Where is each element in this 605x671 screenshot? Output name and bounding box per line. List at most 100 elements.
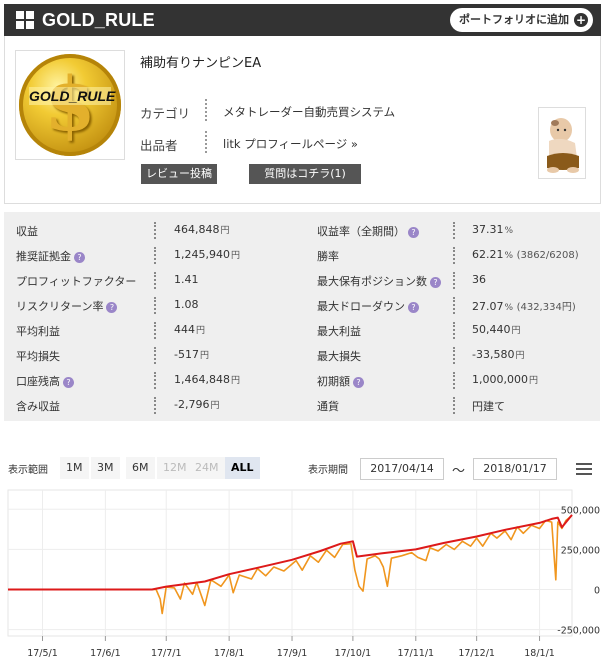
product-panel: $ GOLD_RULE 補助有りナンピンEA カテゴリ メタトレーダー自動売買シ… (4, 36, 601, 204)
date-to-input[interactable]: 2018/01/17 (473, 458, 557, 480)
stat-value: 円建て (472, 398, 505, 414)
stat-row: 口座残高? 1,464,848円 初期額? 1,000,000円 (4, 368, 600, 393)
x-tick-label: 17/11/1 (397, 648, 434, 659)
stat-label: 勝率 (317, 248, 339, 264)
range-button-12m[interactable]: 12M (157, 457, 193, 479)
range-button-24m[interactable]: 24M (189, 457, 225, 479)
gold-coin-icon: $ GOLD_RULE (19, 54, 121, 156)
stat-label-text: 最大保有ポジション数 (317, 275, 427, 288)
review-button[interactable]: レビュー投稿 (141, 164, 217, 184)
stat-value-text: 464,848 (174, 223, 220, 236)
divider (154, 247, 156, 264)
statistics-table: 収益 464,848円 収益率（全期間）? 37.31% 推奨証拠金? 1,245,940… (4, 212, 600, 421)
add-to-portfolio-label: ポートフォリオに追加 (459, 13, 569, 26)
stat-value-text: 36 (472, 273, 486, 286)
stat-row: 平均利益 444円 最大利益 50,440円 (4, 318, 600, 343)
stat-unit: 円 (230, 376, 240, 386)
series-line-0 (8, 514, 573, 591)
x-tick-label: 18/1/1 (524, 648, 555, 659)
stat-label: 最大損失 (317, 348, 361, 364)
y-tick-label: 250,000 (561, 545, 600, 556)
stat-unit: 円 (220, 226, 230, 236)
divider (154, 222, 156, 239)
divider (453, 272, 455, 289)
x-tick-label: 17/6/1 (90, 648, 121, 659)
stat-value: 444円 (174, 323, 205, 336)
seller-profile-link[interactable]: litk プロフィールページ » (223, 136, 358, 152)
stat-value-text: 444 (174, 323, 195, 336)
divider (154, 372, 156, 389)
range-button-3m[interactable]: 3M (91, 457, 120, 479)
stat-value-text: 1,464,848 (174, 373, 230, 386)
add-to-portfolio-button[interactable]: ポートフォリオに追加 + (450, 8, 593, 32)
help-icon[interactable]: ? (106, 302, 118, 313)
stat-value-text: 1,245,940 (174, 248, 230, 261)
x-tick-label: 17/5/1 (27, 648, 58, 659)
stat-value: 1.08 (174, 298, 199, 311)
stat-label: 通貨 (317, 398, 339, 414)
stat-label-text: 勝率 (317, 250, 339, 263)
series-line-1 (8, 514, 573, 615)
stat-label-text: リスクリターン率 (16, 300, 104, 313)
stat-label-text: 推奨証拠金 (16, 250, 71, 263)
stat-detail: (432,334円) (516, 302, 576, 313)
stat-value: 27.07% (432,334円) (472, 298, 576, 313)
stat-value: 1,000,000円 (472, 373, 538, 386)
range-button-all[interactable]: ALL (225, 457, 260, 479)
stat-unit: 円 (511, 326, 521, 336)
stat-value: -517円 (174, 348, 209, 361)
help-icon[interactable]: ? (408, 227, 419, 238)
help-icon[interactable]: ? (408, 302, 419, 313)
stat-label: 最大保有ポジション数? (317, 273, 441, 289)
range-button-1m[interactable]: 1M (60, 457, 89, 479)
stat-row: 含み収益 -2,796円 通貨 円建て (4, 393, 600, 418)
stat-label-text: 含み収益 (16, 400, 60, 413)
stat-label-text: 収益率（全期間） (317, 225, 405, 238)
stat-row: リスクリターン率? 1.08 最大ドローダウン? 27.07% (432,334円) (4, 293, 600, 318)
stat-label-text: 通貨 (317, 400, 339, 413)
stat-label: 収益率（全期間）? (317, 223, 419, 239)
date-from-input[interactable]: 2017/04/14 (360, 458, 444, 480)
stat-label-text: 収益 (16, 225, 38, 238)
stat-label-text: 平均損失 (16, 350, 60, 363)
product-logo: $ GOLD_RULE (15, 50, 125, 160)
stat-value: -2,796円 (174, 398, 219, 411)
stat-unit: 円 (230, 251, 240, 261)
stat-value: 62.21% (3862/6208) (472, 248, 579, 261)
stat-value: 464,848円 (174, 223, 230, 236)
divider (453, 322, 455, 339)
title-bar: GOLD_RULE ポートフォリオに追加 + (4, 4, 601, 36)
divider (453, 222, 455, 239)
help-icon[interactable]: ? (74, 252, 85, 263)
stat-value-text: 1.41 (174, 273, 199, 286)
range-button-6m[interactable]: 6M (126, 457, 155, 479)
stat-row: 推奨証拠金? 1,245,940円 勝率 62.21% (3862/6208) (4, 243, 600, 268)
help-icon[interactable]: ? (430, 277, 441, 288)
stat-label-text: 最大利益 (317, 325, 361, 338)
divider (154, 272, 156, 289)
seller-avatar-icon (547, 118, 579, 173)
help-icon[interactable]: ? (63, 377, 74, 388)
plus-icon: + (574, 13, 588, 27)
question-button[interactable]: 質問はコチラ(1) (249, 164, 361, 184)
stat-row: 収益 464,848円 収益率（全期間）? 37.31% (4, 218, 600, 243)
divider (453, 397, 455, 414)
divider (205, 99, 207, 121)
stat-label: 推奨証拠金? (16, 248, 85, 264)
seller-avatar[interactable] (538, 107, 586, 179)
dollar-sign-icon: $ (44, 62, 96, 148)
stat-label: プロフィットファクター (16, 273, 136, 289)
period-label: 表示期間 (308, 465, 348, 476)
y-tick-label: 0 (594, 585, 600, 596)
stat-value: 1,245,940円 (174, 248, 240, 261)
stat-value-text: 50,440 (472, 323, 511, 336)
stat-value-text: 27.07 (472, 300, 504, 313)
stat-value-text: 62.21 (472, 248, 504, 261)
chart-menu-icon[interactable] (576, 462, 592, 476)
stat-value: 50,440円 (472, 323, 521, 336)
stat-label: 最大利益 (317, 323, 361, 339)
help-icon[interactable]: ? (353, 377, 364, 388)
logo-text: GOLD_RULE (29, 87, 116, 105)
stat-label-text: プロフィットファクター (16, 275, 137, 288)
stat-value: 37.31% (472, 223, 513, 236)
